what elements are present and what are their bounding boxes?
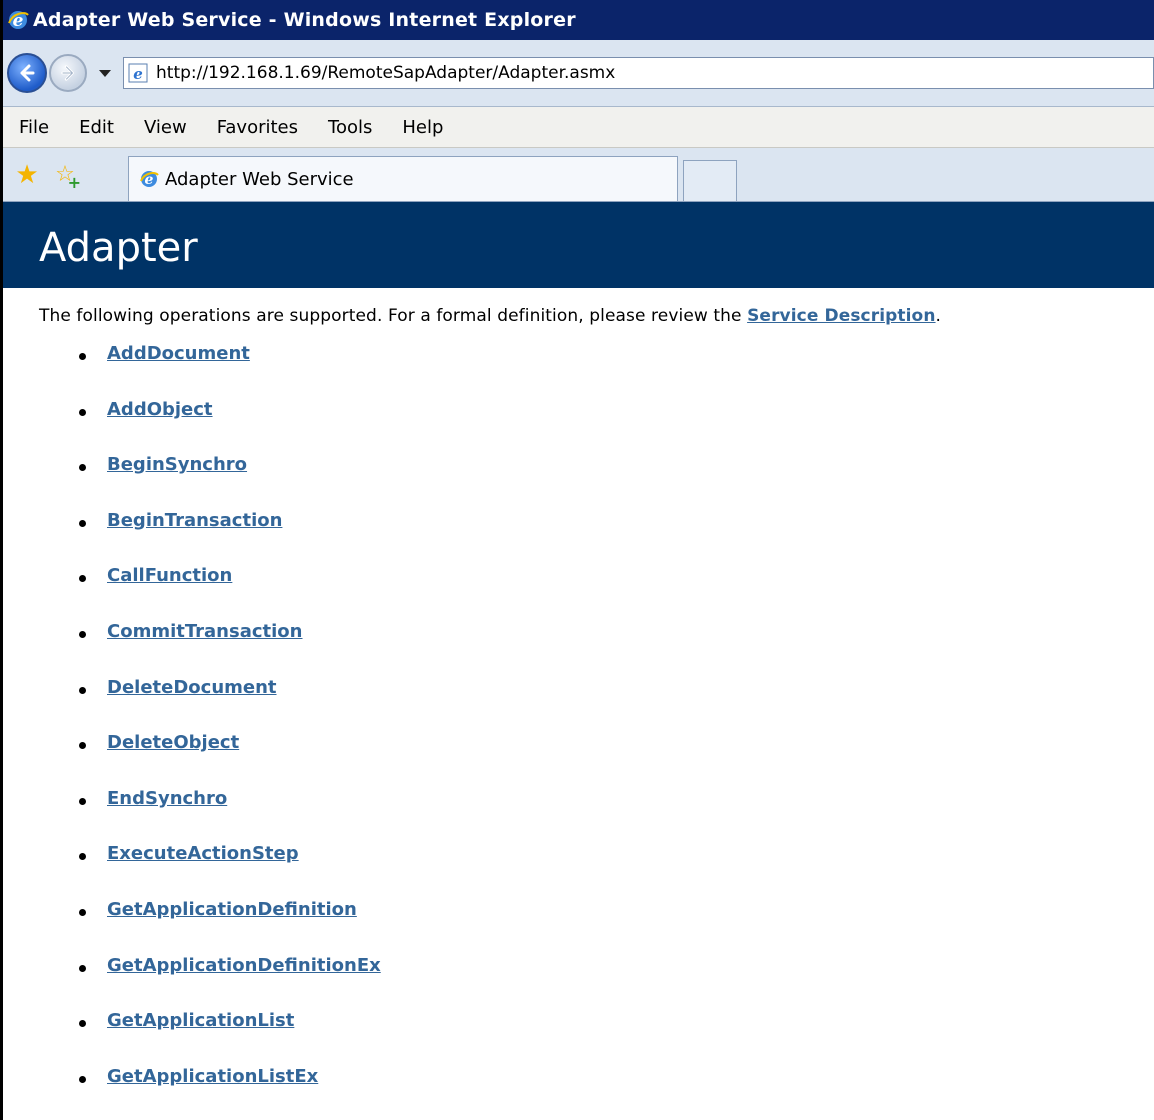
tab-adapter-web-service[interactable]: e Adapter Web Service	[128, 156, 678, 201]
navigation-bar: e http://192.168.1.69/RemoteSapAdapter/A…	[3, 40, 1154, 107]
list-item: CallFunction	[39, 565, 1154, 621]
list-item: DeleteObject	[39, 732, 1154, 788]
bullet-icon	[79, 686, 86, 694]
list-item: ExecuteActionStep	[39, 843, 1154, 899]
tab-label: Adapter Web Service	[165, 168, 354, 190]
list-item: GetApplicationDefinitionEx	[39, 955, 1154, 1011]
operation-link[interactable]: DeleteDocument	[107, 677, 277, 698]
bullet-icon	[79, 742, 86, 750]
bullet-icon	[79, 353, 86, 360]
operation-link[interactable]: GetApplicationDefinitionEx	[107, 955, 381, 976]
operation-link[interactable]: BeginSynchro	[107, 454, 247, 475]
operation-link[interactable]: DeleteObject	[107, 732, 239, 753]
forward-button[interactable]	[49, 54, 87, 92]
tab-bar: ★ ☆ + e Adapter Web Service	[3, 148, 1154, 202]
bullet-icon	[79, 797, 86, 805]
back-button[interactable]	[7, 53, 47, 93]
menu-bar: File Edit View Favorites Tools Help	[3, 107, 1154, 148]
bullet-icon	[79, 464, 86, 472]
window-title: Adapter Web Service - Windows Internet E…	[33, 9, 576, 31]
address-text: http://192.168.1.69/RemoteSapAdapter/Ada…	[156, 63, 616, 83]
operation-link[interactable]: CallFunction	[107, 565, 232, 586]
list-item: GetApplicationDefinition	[39, 899, 1154, 955]
bullet-icon	[79, 853, 86, 861]
favorites-star-icon[interactable]: ★	[13, 161, 41, 189]
page-icon: e	[128, 63, 148, 83]
add-favorite-icon[interactable]: ☆ +	[51, 161, 81, 191]
tab-ie-icon: e	[139, 169, 159, 189]
menu-help[interactable]: Help	[402, 117, 443, 138]
bullet-icon	[79, 408, 86, 416]
intro-suffix: .	[935, 306, 942, 326]
menu-edit[interactable]: Edit	[79, 117, 114, 138]
list-item: CommitTransaction	[39, 621, 1154, 677]
menu-tools[interactable]: Tools	[328, 117, 372, 138]
page-content: The following operations are supported. …	[3, 288, 1154, 1120]
operation-link[interactable]: BeginTransaction	[107, 510, 282, 531]
list-item: BeginSynchro	[39, 454, 1154, 510]
intro-paragraph: The following operations are supported. …	[39, 306, 1154, 326]
operation-link[interactable]: GetApplicationListEx	[107, 1066, 318, 1087]
address-bar[interactable]: e http://192.168.1.69/RemoteSapAdapter/A…	[123, 57, 1154, 89]
ie-icon: e	[7, 9, 29, 31]
browser-window: e Adapter Web Service - Windows Internet…	[0, 0, 1154, 1120]
bullet-icon	[79, 630, 86, 638]
bullet-icon	[79, 575, 86, 583]
operation-link[interactable]: EndSynchro	[107, 788, 227, 809]
forward-arrow-icon	[61, 65, 74, 81]
service-description-link[interactable]: Service Description	[747, 306, 935, 326]
list-item: EndSynchro	[39, 788, 1154, 844]
recent-pages-dropdown[interactable]	[99, 69, 111, 77]
bullet-icon	[79, 964, 86, 972]
operation-link[interactable]: GetApplicationList	[107, 1010, 294, 1031]
title-bar: e Adapter Web Service - Windows Internet…	[3, 0, 1154, 40]
list-item: BeginTransaction	[39, 510, 1154, 566]
operation-link[interactable]: AddDocument	[107, 343, 250, 364]
new-tab-button[interactable]	[683, 160, 737, 201]
page-title: Adapter	[39, 225, 198, 271]
list-item: DeleteDocument	[39, 677, 1154, 733]
list-item: GetApplicationList	[39, 1010, 1154, 1066]
list-item: AddDocument	[39, 343, 1154, 399]
bullet-icon	[79, 908, 86, 916]
operation-link[interactable]: GetApplicationDefinition	[107, 899, 357, 920]
svg-text:e: e	[133, 65, 143, 83]
list-item: GetApplicationListEx	[39, 1066, 1154, 1120]
menu-file[interactable]: File	[19, 117, 49, 138]
back-arrow-icon	[20, 64, 35, 82]
bullet-icon	[79, 1020, 86, 1028]
menu-favorites[interactable]: Favorites	[217, 117, 298, 138]
bullet-icon	[79, 519, 86, 527]
menu-view[interactable]: View	[144, 117, 187, 138]
operation-link[interactable]: ExecuteActionStep	[107, 843, 299, 864]
page-header: Adapter	[3, 202, 1154, 288]
operation-link[interactable]: AddObject	[107, 399, 213, 420]
intro-text: The following operations are supported. …	[39, 306, 748, 326]
list-item: AddObject	[39, 399, 1154, 455]
operation-link[interactable]: CommitTransaction	[107, 621, 303, 642]
operations-list: AddDocument AddObject BeginSynchro Begin…	[39, 343, 1154, 1120]
bullet-icon	[79, 1075, 86, 1083]
